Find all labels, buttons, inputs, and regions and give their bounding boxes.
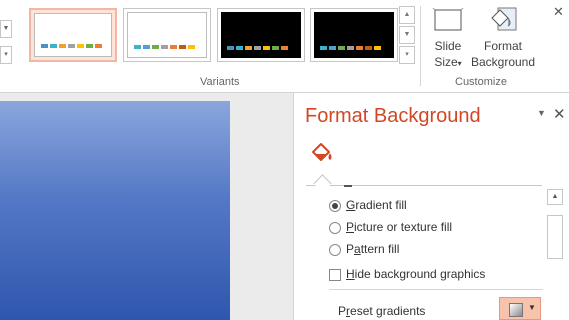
hide-graphics-checkbox[interactable]	[329, 269, 341, 281]
slide-size-label: Slide Size▾	[434, 39, 462, 69]
format-background-label: Format Background	[470, 39, 536, 69]
color-swatch	[95, 44, 102, 48]
scroll-down-icon[interactable]: ▼	[399, 26, 415, 44]
pane-scrollbar[interactable]: ▲	[547, 189, 563, 320]
slide-size-icon	[432, 7, 464, 31]
fill-option-radio[interactable]	[329, 244, 341, 256]
fill-option-label[interactable]: Gradient fill	[346, 198, 407, 212]
color-swatch	[329, 46, 336, 50]
fill-option-radio[interactable]	[329, 200, 341, 212]
color-swatch	[179, 45, 186, 49]
color-swatch	[347, 46, 354, 50]
preset-gradients-dropdown[interactable]: ▼	[499, 297, 541, 320]
customize-group-label: Customize	[455, 76, 507, 88]
partially-visible-option	[344, 185, 352, 187]
section-divider	[329, 289, 543, 290]
tab-indicator	[313, 174, 332, 193]
pane-close-icon[interactable]: ✕	[553, 105, 566, 123]
gradient-swatch-icon	[509, 303, 523, 317]
variant-thumbnail[interactable]	[123, 8, 211, 62]
color-swatch	[365, 46, 372, 50]
scroll-up-icon[interactable]: ▲	[547, 189, 563, 205]
color-swatch	[188, 45, 195, 49]
variants-scroll: ▲ ▼ ▾	[399, 6, 415, 64]
variant-thumbnail[interactable]	[29, 8, 117, 62]
color-swatch	[143, 45, 150, 49]
color-swatch	[161, 45, 168, 49]
more-variants-icon[interactable]: ▾	[399, 46, 415, 64]
more-icon[interactable]: ▾	[0, 46, 12, 64]
variant-preview	[221, 12, 301, 58]
variant-preview	[314, 12, 394, 58]
variant-thumbnail[interactable]	[217, 8, 305, 62]
slide-size-button[interactable]: Slide Size▾	[428, 4, 468, 72]
variant-preview	[34, 13, 112, 57]
color-swatch	[236, 46, 243, 50]
close-icon[interactable]: ✕	[553, 4, 564, 20]
tab-underline	[306, 185, 542, 186]
pane-menu-icon[interactable]: ▼	[537, 108, 546, 118]
color-swatch	[263, 46, 270, 50]
slide-editing-area	[0, 93, 293, 320]
color-swatch	[356, 46, 363, 50]
fill-bucket-icon[interactable]	[310, 141, 336, 165]
color-swatch	[170, 45, 177, 49]
color-swatch	[50, 44, 57, 48]
variants-left-scroll: ▼ ▾	[0, 8, 12, 64]
color-swatch	[338, 46, 345, 50]
scroll-up-icon[interactable]: ▲	[399, 6, 415, 24]
slide-canvas[interactable]	[0, 101, 230, 320]
color-swatch	[41, 44, 48, 48]
variants-group-label: Variants	[200, 76, 240, 88]
color-swatch	[152, 45, 159, 49]
preset-gradients-label: Preset gradients	[338, 304, 426, 318]
chevron-down-icon: ▼	[528, 303, 536, 312]
color-swatch	[68, 44, 75, 48]
format-background-icon	[491, 7, 517, 31]
fill-option-label[interactable]: Picture or texture fill	[346, 220, 452, 234]
scroll-down-icon[interactable]: ▼	[0, 20, 12, 38]
color-swatch	[272, 46, 279, 50]
scroll-thumb[interactable]	[547, 215, 563, 259]
color-swatch	[245, 46, 252, 50]
fill-option-label[interactable]: Hide background graphics	[346, 267, 485, 281]
format-background-pane: Format Background ▼ ✕ Gradient fill Pictu…	[293, 93, 569, 320]
group-divider	[420, 6, 421, 86]
color-swatch	[77, 44, 84, 48]
color-swatch	[227, 46, 234, 50]
ribbon: ▼ ▾ ▲ ▼ ▾ Variants Slide Size▾ Format Ba…	[0, 0, 569, 93]
fill-option-radio[interactable]	[329, 222, 341, 234]
color-swatch	[59, 44, 66, 48]
color-swatch	[254, 46, 261, 50]
pane-title: Format Background	[305, 105, 481, 127]
color-swatch	[86, 44, 93, 48]
variant-preview	[127, 12, 207, 58]
variant-thumbnail[interactable]	[310, 8, 398, 62]
color-swatch	[281, 46, 288, 50]
fill-option-label[interactable]: Pattern fill	[346, 242, 399, 256]
color-swatch	[374, 46, 381, 50]
color-swatch	[134, 45, 141, 49]
format-background-button[interactable]: Format Background	[470, 4, 536, 70]
color-swatch	[320, 46, 327, 50]
